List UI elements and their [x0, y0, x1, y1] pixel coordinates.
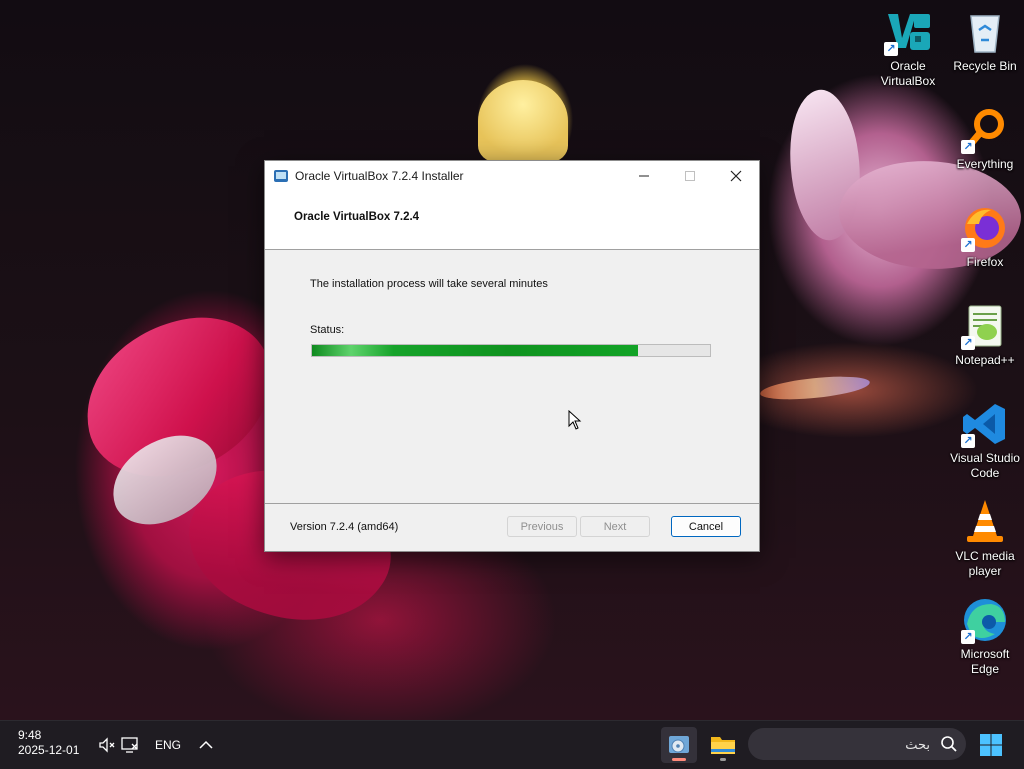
- installer-footer: Version 7.2.4 (amd64) Previous Next Canc…: [265, 503, 759, 552]
- status-label: Status:: [310, 324, 345, 336]
- recycle-bin-icon: [961, 8, 1009, 56]
- desktop-icon-notepadpp[interactable]: ↗ Notepad++: [946, 302, 1024, 368]
- desktop-icon-vscode[interactable]: ↗ Visual Studio Code: [946, 400, 1024, 481]
- virtualbox-icon: ↗: [884, 8, 932, 56]
- shortcut-arrow-icon: ↗: [884, 42, 898, 56]
- taskbar-search-box[interactable]: بحث: [748, 728, 966, 760]
- shortcut-arrow-icon: ↗: [961, 434, 975, 448]
- next-button[interactable]: Next: [580, 516, 650, 537]
- window-title: Oracle VirtualBox 7.2.4 Installer: [295, 169, 464, 183]
- running-app-indicator: [720, 758, 726, 761]
- shortcut-arrow-icon: ↗: [961, 630, 975, 644]
- maximize-button: [667, 161, 713, 191]
- title-bar[interactable]: Oracle VirtualBox 7.2.4 Installer: [265, 161, 759, 191]
- desktop-icon-label: Code: [970, 466, 1000, 480]
- previous-button[interactable]: Previous: [507, 516, 577, 537]
- version-label: Version 7.2.4 (amd64): [290, 521, 399, 533]
- desktop-icon-label: Visual Studio: [950, 451, 1020, 465]
- vlc-cone-icon: [961, 498, 1009, 546]
- wallpaper-streak: [759, 374, 871, 402]
- desktop-wallpaper: ↗ Oracle VirtualBox Recycle Bin ↗ Everyt…: [0, 0, 1024, 720]
- network-disconnected-icon[interactable]: [120, 735, 140, 755]
- firefox-icon: ↗: [961, 204, 1009, 252]
- desktop-icon-label: Edge: [970, 662, 1000, 676]
- close-button[interactable]: [713, 161, 759, 191]
- minimize-icon: [639, 175, 649, 177]
- search-icon: [940, 735, 958, 753]
- clock-time: 9:48: [18, 728, 42, 742]
- installer-heading: Oracle VirtualBox 7.2.4: [294, 211, 420, 223]
- desktop-icon-label: Microsoft: [960, 647, 1010, 661]
- chevron-up-icon[interactable]: [196, 735, 216, 755]
- cancel-button[interactable]: Cancel: [671, 516, 741, 537]
- shortcut-arrow-icon: ↗: [961, 140, 975, 154]
- minimize-button[interactable]: [621, 161, 667, 191]
- mouse-cursor-icon: [568, 410, 582, 430]
- virtualbox-app-icon: [273, 168, 289, 184]
- search-placeholder: بحث: [905, 737, 930, 752]
- desktop-icon-label: VirtualBox: [880, 74, 936, 88]
- taskbar-app-file-explorer[interactable]: [705, 727, 741, 763]
- desktop-icon-virtualbox[interactable]: ↗ Oracle VirtualBox: [869, 8, 947, 89]
- vscode-icon: ↗: [961, 400, 1009, 448]
- desktop-icon-firefox[interactable]: ↗ Firefox: [946, 204, 1024, 270]
- taskbar: 9:48 2025-12-01 ENG بحث: [0, 720, 1024, 769]
- desktop-icon-label: Everything: [956, 157, 1014, 171]
- shortcut-arrow-icon: ↗: [961, 336, 975, 350]
- desktop-icon-label: player: [968, 564, 1002, 578]
- desktop-icon-edge[interactable]: ↗ Microsoft Edge: [946, 596, 1024, 677]
- installer-window: Oracle VirtualBox 7.2.4 Installer Oracle…: [264, 160, 760, 552]
- installer-body: The installation process will take sever…: [265, 250, 759, 504]
- progress-bar-fill: [312, 345, 639, 356]
- volume-muted-icon[interactable]: [97, 735, 117, 755]
- active-app-indicator: [672, 758, 686, 761]
- taskbar-clock[interactable]: 9:48 2025-12-01: [18, 728, 79, 758]
- shortcut-arrow-icon: ↗: [961, 238, 975, 252]
- edge-icon: ↗: [961, 596, 1009, 644]
- desktop-icon-label: Notepad++: [955, 353, 1015, 367]
- windows-logo-icon: [980, 734, 1002, 756]
- wallpaper-petal-yellow: [478, 80, 568, 162]
- installation-message: The installation process will take sever…: [310, 278, 548, 290]
- desktop-icon-label: Recycle Bin: [953, 59, 1017, 73]
- progress-bar: [311, 344, 711, 357]
- desktop-icon-label: Oracle: [890, 59, 926, 73]
- desktop-icon-vlc[interactable]: VLC media player: [946, 498, 1024, 579]
- installer-header: Oracle VirtualBox 7.2.4: [265, 191, 759, 250]
- notepad-plus-plus-icon: ↗: [961, 302, 1009, 350]
- everything-search-icon: ↗: [961, 106, 1009, 154]
- desktop-icon-recycle-bin[interactable]: Recycle Bin: [946, 8, 1024, 74]
- desktop-icon-label: Firefox: [966, 255, 1004, 269]
- maximize-icon: [685, 171, 695, 181]
- windows-start-button[interactable]: [979, 733, 1003, 757]
- taskbar-app-virtualbox-installer[interactable]: [661, 727, 697, 763]
- clock-date: 2025-12-01: [18, 743, 80, 757]
- close-icon: [730, 170, 742, 182]
- desktop-icon-label: VLC media: [955, 549, 1015, 563]
- input-language-indicator[interactable]: ENG: [155, 738, 181, 752]
- desktop-icon-everything[interactable]: ↗ Everything: [946, 106, 1024, 172]
